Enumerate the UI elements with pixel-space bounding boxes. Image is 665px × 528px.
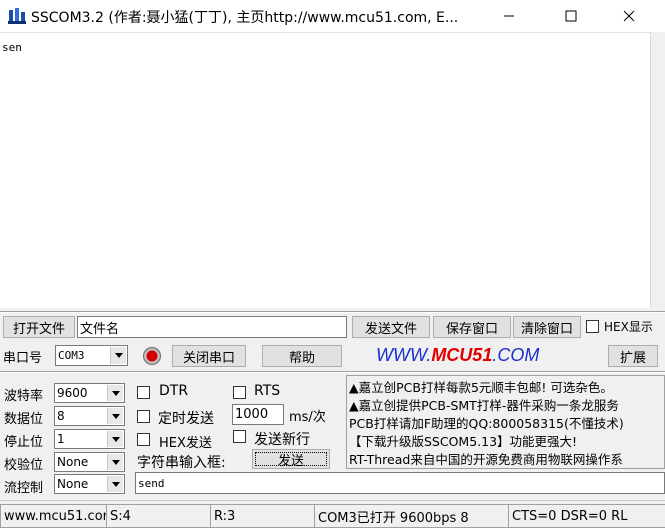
received-text: sen	[2, 41, 22, 54]
interval-input[interactable]: 1000	[232, 404, 284, 425]
chevron-down-icon	[107, 408, 123, 424]
notice-line-2[interactable]: ▲嘉立创提供PCB-SMT打样-器件采购一条龙服务	[349, 395, 619, 414]
input-label: 字符串输入框:	[137, 455, 226, 471]
status-received-count: R:3	[210, 504, 317, 528]
save-window-button[interactable]: 保存窗口	[433, 316, 511, 338]
parity-label: 校验位	[4, 458, 44, 473]
port-select[interactable]: COM3	[55, 345, 128, 366]
notice-line-1[interactable]: ▲嘉立创PCB打样每款5元顺丰包邮! 可选杂色。	[349, 377, 613, 396]
databits-label: 数据位	[4, 412, 44, 427]
brand-main: MCU51	[431, 345, 493, 365]
hex-send-label: HEX发送	[159, 436, 212, 451]
stopbits-select[interactable]: 1	[54, 429, 125, 449]
expand-button[interactable]: 扩展	[608, 345, 658, 367]
maximize-icon	[565, 10, 577, 22]
receive-scrollbar[interactable]	[650, 32, 665, 308]
stopbits-label: 停止位	[4, 435, 44, 450]
stopbits-value: 1	[57, 432, 65, 446]
port-status-indicator-icon	[143, 347, 161, 365]
chevron-down-icon	[110, 347, 126, 364]
send-file-button[interactable]: 发送文件	[352, 316, 430, 338]
chevron-down-icon	[107, 454, 123, 470]
rts-label: RTS	[254, 383, 281, 399]
hex-display-checkbox[interactable]	[586, 320, 599, 333]
send-text-input[interactable]: send	[135, 472, 665, 494]
status-site: www.mcu51.cor	[0, 504, 109, 528]
databits-value: 8	[57, 409, 65, 423]
parity-value: None	[57, 455, 89, 469]
brand-suffix: .COM	[492, 345, 540, 365]
port-value: COM3	[58, 349, 85, 362]
status-lines: CTS=0 DSR=0 RL	[508, 504, 665, 528]
help-button[interactable]: 帮助	[262, 345, 342, 367]
minimize-button[interactable]	[486, 0, 532, 32]
notice-line-5[interactable]: RT-Thread来自中国的开源免费商用物联网操作系	[349, 449, 623, 468]
chevron-down-icon	[107, 431, 123, 447]
status-sent-count: S:4	[106, 504, 213, 528]
notice-panel: ▲嘉立创PCB打样每款5元顺丰包邮! 可选杂色。 ▲嘉立创提供PCB-SMT打样…	[346, 375, 665, 469]
flow-label: 流控制	[4, 481, 44, 496]
status-bar: www.mcu51.cor S:4 R:3 COM3已打开 9600bps 8 …	[0, 500, 665, 528]
chevron-down-icon	[107, 476, 123, 492]
dtr-checkbox[interactable]	[137, 386, 150, 399]
open-file-button[interactable]: 打开文件	[3, 316, 75, 338]
brand-link[interactable]: WWW.MCU51.COM	[376, 345, 539, 366]
status-port-state: COM3已打开 9600bps 8	[314, 504, 511, 528]
baud-value: 9600	[57, 386, 88, 400]
timed-send-label: 定时发送	[158, 411, 214, 427]
databits-select[interactable]: 8	[54, 406, 125, 426]
chevron-down-icon	[107, 385, 123, 401]
send-newline-checkbox[interactable]	[233, 430, 246, 443]
close-button[interactable]	[606, 0, 652, 32]
maximize-button[interactable]	[548, 0, 594, 32]
hex-send-checkbox[interactable]	[137, 433, 150, 446]
dtr-label: DTR	[159, 383, 189, 399]
port-label: 串口号	[3, 351, 43, 366]
divider	[0, 371, 665, 373]
app-logo-icon	[8, 8, 26, 24]
interval-unit-label: ms/次	[289, 410, 326, 425]
clear-window-button[interactable]: 清除窗口	[513, 316, 581, 338]
flow-value: None	[57, 477, 89, 491]
baud-label: 波特率	[4, 389, 44, 404]
flow-select[interactable]: None	[54, 474, 125, 494]
rts-checkbox[interactable]	[233, 386, 246, 399]
notice-line-4[interactable]: 【下载升级版SSCOM5.13】功能更强大!	[349, 431, 577, 450]
receive-text-area[interactable]: sen	[0, 32, 650, 308]
send-newline-label: 发送新行	[254, 432, 310, 448]
filename-input[interactable]: 文件名	[77, 316, 347, 338]
brand-prefix: WWW.	[376, 345, 432, 365]
close-icon	[623, 10, 635, 22]
window-title: SSCOM3.2 (作者:聂小猛(丁丁), 主页http://www.mcu51…	[31, 10, 459, 26]
title-bar[interactable]: SSCOM3.2 (作者:聂小猛(丁丁), 主页http://www.mcu51…	[0, 0, 665, 32]
divider	[0, 311, 665, 313]
baud-select[interactable]: 9600	[54, 383, 125, 403]
notice-line-3[interactable]: PCB打样请加F助理的QQ:800058315(不懂技术)	[349, 413, 624, 432]
hex-display-label: HEX显示	[604, 320, 653, 334]
send-button[interactable]: 发送	[252, 449, 330, 469]
timed-send-checkbox[interactable]	[137, 410, 150, 423]
parity-select[interactable]: None	[54, 452, 125, 472]
minimize-icon	[504, 15, 514, 17]
close-port-button[interactable]: 关闭串口	[172, 345, 246, 367]
